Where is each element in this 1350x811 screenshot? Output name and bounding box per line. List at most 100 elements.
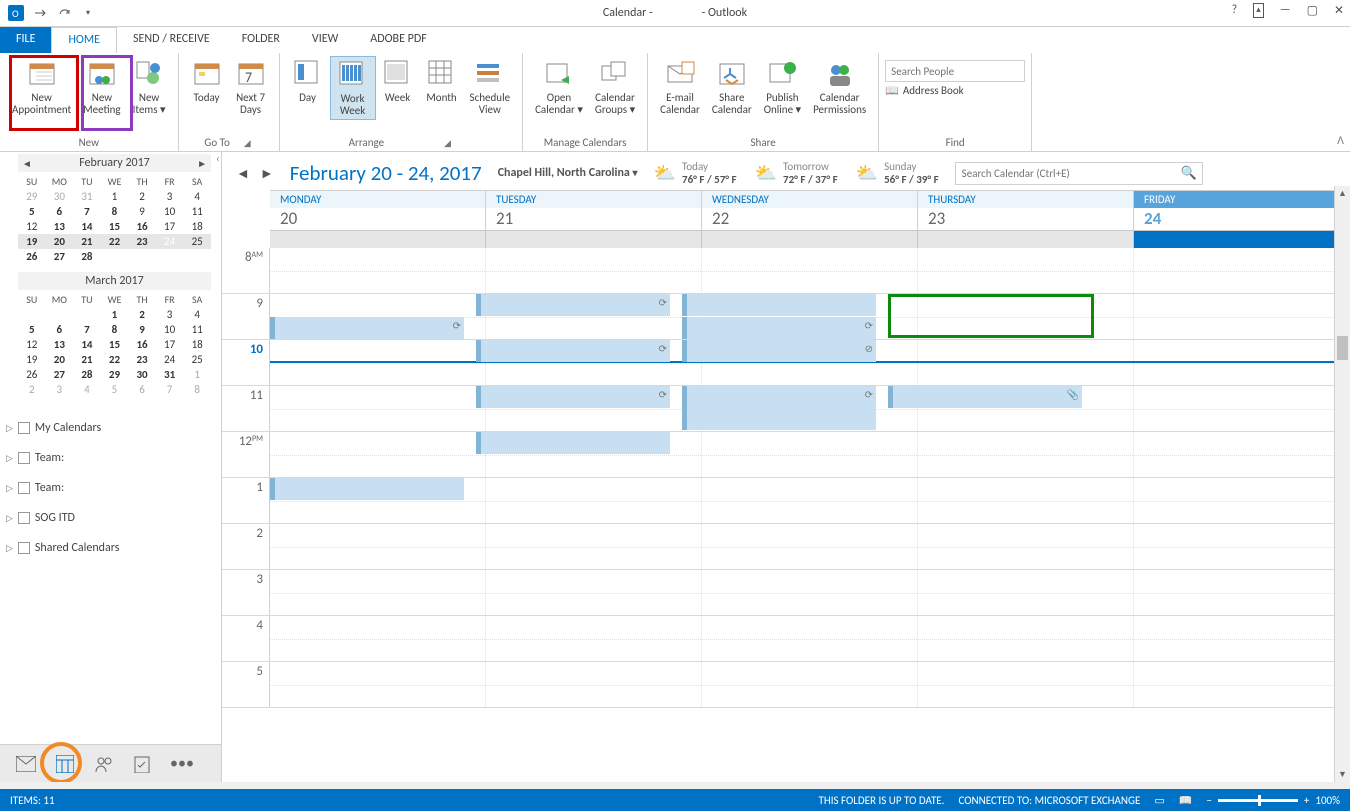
publish-online-button[interactable]: Publish Online ▾ (758, 56, 807, 118)
time-slot[interactable] (270, 616, 486, 661)
time-slot[interactable] (1134, 524, 1350, 569)
calendar-folder-item[interactable]: ▷SOG ITD (0, 503, 221, 533)
mini-cal-day[interactable]: 27 (46, 249, 74, 264)
weather-day[interactable]: ⛅Tomorrow72° F / 37° F (755, 160, 838, 186)
mini-cal-day[interactable] (73, 307, 101, 322)
appointment[interactable]: ⟳ (682, 317, 876, 339)
prev-week-button[interactable]: ◄ (236, 165, 250, 182)
time-slot[interactable] (702, 478, 918, 523)
expand-icon[interactable]: ▷ (6, 453, 13, 464)
mini-cal-day[interactable]: 23 (128, 234, 156, 249)
tab-home[interactable]: HOME (51, 27, 117, 53)
new-appointment-button[interactable]: New Appointment (6, 56, 77, 118)
mini-cal-day[interactable]: 12 (18, 337, 46, 352)
checkbox[interactable] (18, 422, 30, 434)
mini-cal-day[interactable]: 24 (156, 352, 184, 367)
mini-cal-day[interactable]: 8 (101, 204, 129, 219)
goto-dialog-launcher[interactable]: ◢ (244, 138, 253, 149)
view-normal-icon[interactable]: ▭ (1154, 794, 1164, 807)
time-slot[interactable] (918, 662, 1134, 707)
mini-cal-day[interactable]: 24 (156, 234, 184, 249)
tab-file[interactable]: FILE (0, 27, 51, 53)
mini-cal-day[interactable]: 18 (183, 337, 211, 352)
mini-cal-day[interactable]: 17 (156, 219, 184, 234)
mini-cal-day[interactable]: 31 (156, 367, 184, 382)
day-header[interactable]: THURSDAY23 (918, 190, 1134, 230)
time-slot[interactable] (1134, 478, 1350, 523)
time-slot[interactable] (270, 432, 486, 477)
mini-cal-day[interactable]: 5 (101, 382, 129, 397)
month-button[interactable]: Month (420, 56, 464, 120)
checkbox[interactable] (18, 512, 30, 524)
appointment[interactable] (682, 294, 876, 316)
allday-event[interactable] (1134, 231, 1350, 248)
today-button[interactable]: Today (185, 56, 229, 118)
mini-cal-day[interactable]: 7 (156, 382, 184, 397)
mini-cal-day[interactable]: 16 (128, 337, 156, 352)
new-items-button[interactable]: New Items ▾ (127, 56, 172, 118)
mini-cal-day[interactable]: 5 (18, 204, 46, 219)
calendar-folder-item[interactable]: ▷My Calendars (0, 413, 221, 443)
mini-cal-day[interactable]: 7 (73, 322, 101, 337)
mini-calendar[interactable]: ◄February 2017► SUMOTUWETHFRSA2930311234… (0, 152, 221, 270)
day-header[interactable]: TUESDAY21 (486, 190, 702, 230)
calendar-folder-item[interactable]: ▷Team: (0, 473, 221, 503)
time-slot[interactable] (1134, 662, 1350, 707)
mini-cal-day[interactable]: 14 (73, 337, 101, 352)
calendar-folder-item[interactable]: ▷Team: (0, 443, 221, 473)
location-picker[interactable]: Chapel Hill, North Carolina ▾ (498, 166, 638, 180)
tab-adobe-pdf[interactable]: ADOBE PDF (354, 27, 442, 53)
mini-cal-day[interactable] (101, 249, 129, 264)
mini-cal-day[interactable]: 5 (18, 322, 46, 337)
time-slot[interactable] (702, 570, 918, 615)
mini-cal-day[interactable]: 3 (156, 307, 184, 322)
mini-cal-day[interactable]: 19 (18, 352, 46, 367)
mini-cal-day[interactable]: 11 (183, 322, 211, 337)
appointment[interactable]: ⟳ (476, 340, 670, 362)
time-slot[interactable] (1134, 570, 1350, 615)
time-slot[interactable] (486, 662, 702, 707)
mini-cal-day[interactable]: 6 (46, 204, 74, 219)
new-meeting-button[interactable]: New Meeting (77, 56, 126, 118)
mini-cal-day[interactable]: 8 (101, 322, 129, 337)
search-calendar-input[interactable] (955, 162, 1203, 185)
maximize-icon[interactable]: ▢ (1307, 3, 1318, 18)
time-slot[interactable] (486, 248, 702, 293)
time-slot[interactable] (918, 570, 1134, 615)
checkbox[interactable] (18, 452, 30, 464)
mini-cal-day[interactable] (156, 249, 184, 264)
address-book-button[interactable]: 📖Address Book (885, 84, 963, 97)
appointment[interactable] (270, 478, 464, 500)
calendar-grid[interactable]: 8AM9101112PM12345 ⟳ ⟳ ⟳ ⟳ ⟳ ⊘ ⟳ 📎 (222, 248, 1350, 740)
mini-cal-day[interactable]: 30 (128, 367, 156, 382)
mini-cal-day[interactable]: 20 (46, 352, 74, 367)
mini-cal-day[interactable]: 25 (183, 352, 211, 367)
time-slot[interactable] (918, 616, 1134, 661)
mini-cal-day[interactable] (18, 307, 46, 322)
mini-calendar[interactable]: March 2017 SUMOTUWETHFRSA123456789101112… (0, 270, 221, 403)
time-slot[interactable] (1134, 432, 1350, 477)
mini-cal-day[interactable]: 15 (101, 219, 129, 234)
next-week-button[interactable]: ► (260, 165, 274, 182)
time-slot[interactable] (918, 248, 1134, 293)
scroll-down-icon[interactable]: ▼ (1338, 769, 1347, 780)
arrange-dialog-launcher[interactable]: ◢ (444, 138, 453, 149)
help-icon[interactable]: ? (1232, 3, 1238, 18)
mini-cal-day[interactable]: 18 (183, 219, 211, 234)
schedule-view-button[interactable]: Schedule View (464, 56, 517, 120)
expand-icon[interactable]: ▷ (6, 483, 13, 494)
open-calendar-button[interactable]: Open Calendar ▾ (529, 56, 589, 118)
mini-cal-day[interactable]: 13 (46, 337, 74, 352)
time-slot[interactable] (918, 524, 1134, 569)
time-slot[interactable] (270, 662, 486, 707)
time-slot[interactable] (486, 524, 702, 569)
weather-day[interactable]: ⛅Sunday56° F / 39° F (856, 160, 939, 186)
scroll-thumb[interactable] (1337, 336, 1348, 360)
mini-cal-day[interactable]: 4 (73, 382, 101, 397)
mini-cal-day[interactable]: 16 (128, 219, 156, 234)
time-slot[interactable] (702, 432, 918, 477)
mini-cal-day[interactable]: 30 (46, 189, 74, 204)
next-7-days-button[interactable]: 7Next 7 Days (229, 56, 273, 118)
mini-cal-day[interactable]: 22 (101, 352, 129, 367)
mini-cal-day[interactable] (183, 249, 211, 264)
